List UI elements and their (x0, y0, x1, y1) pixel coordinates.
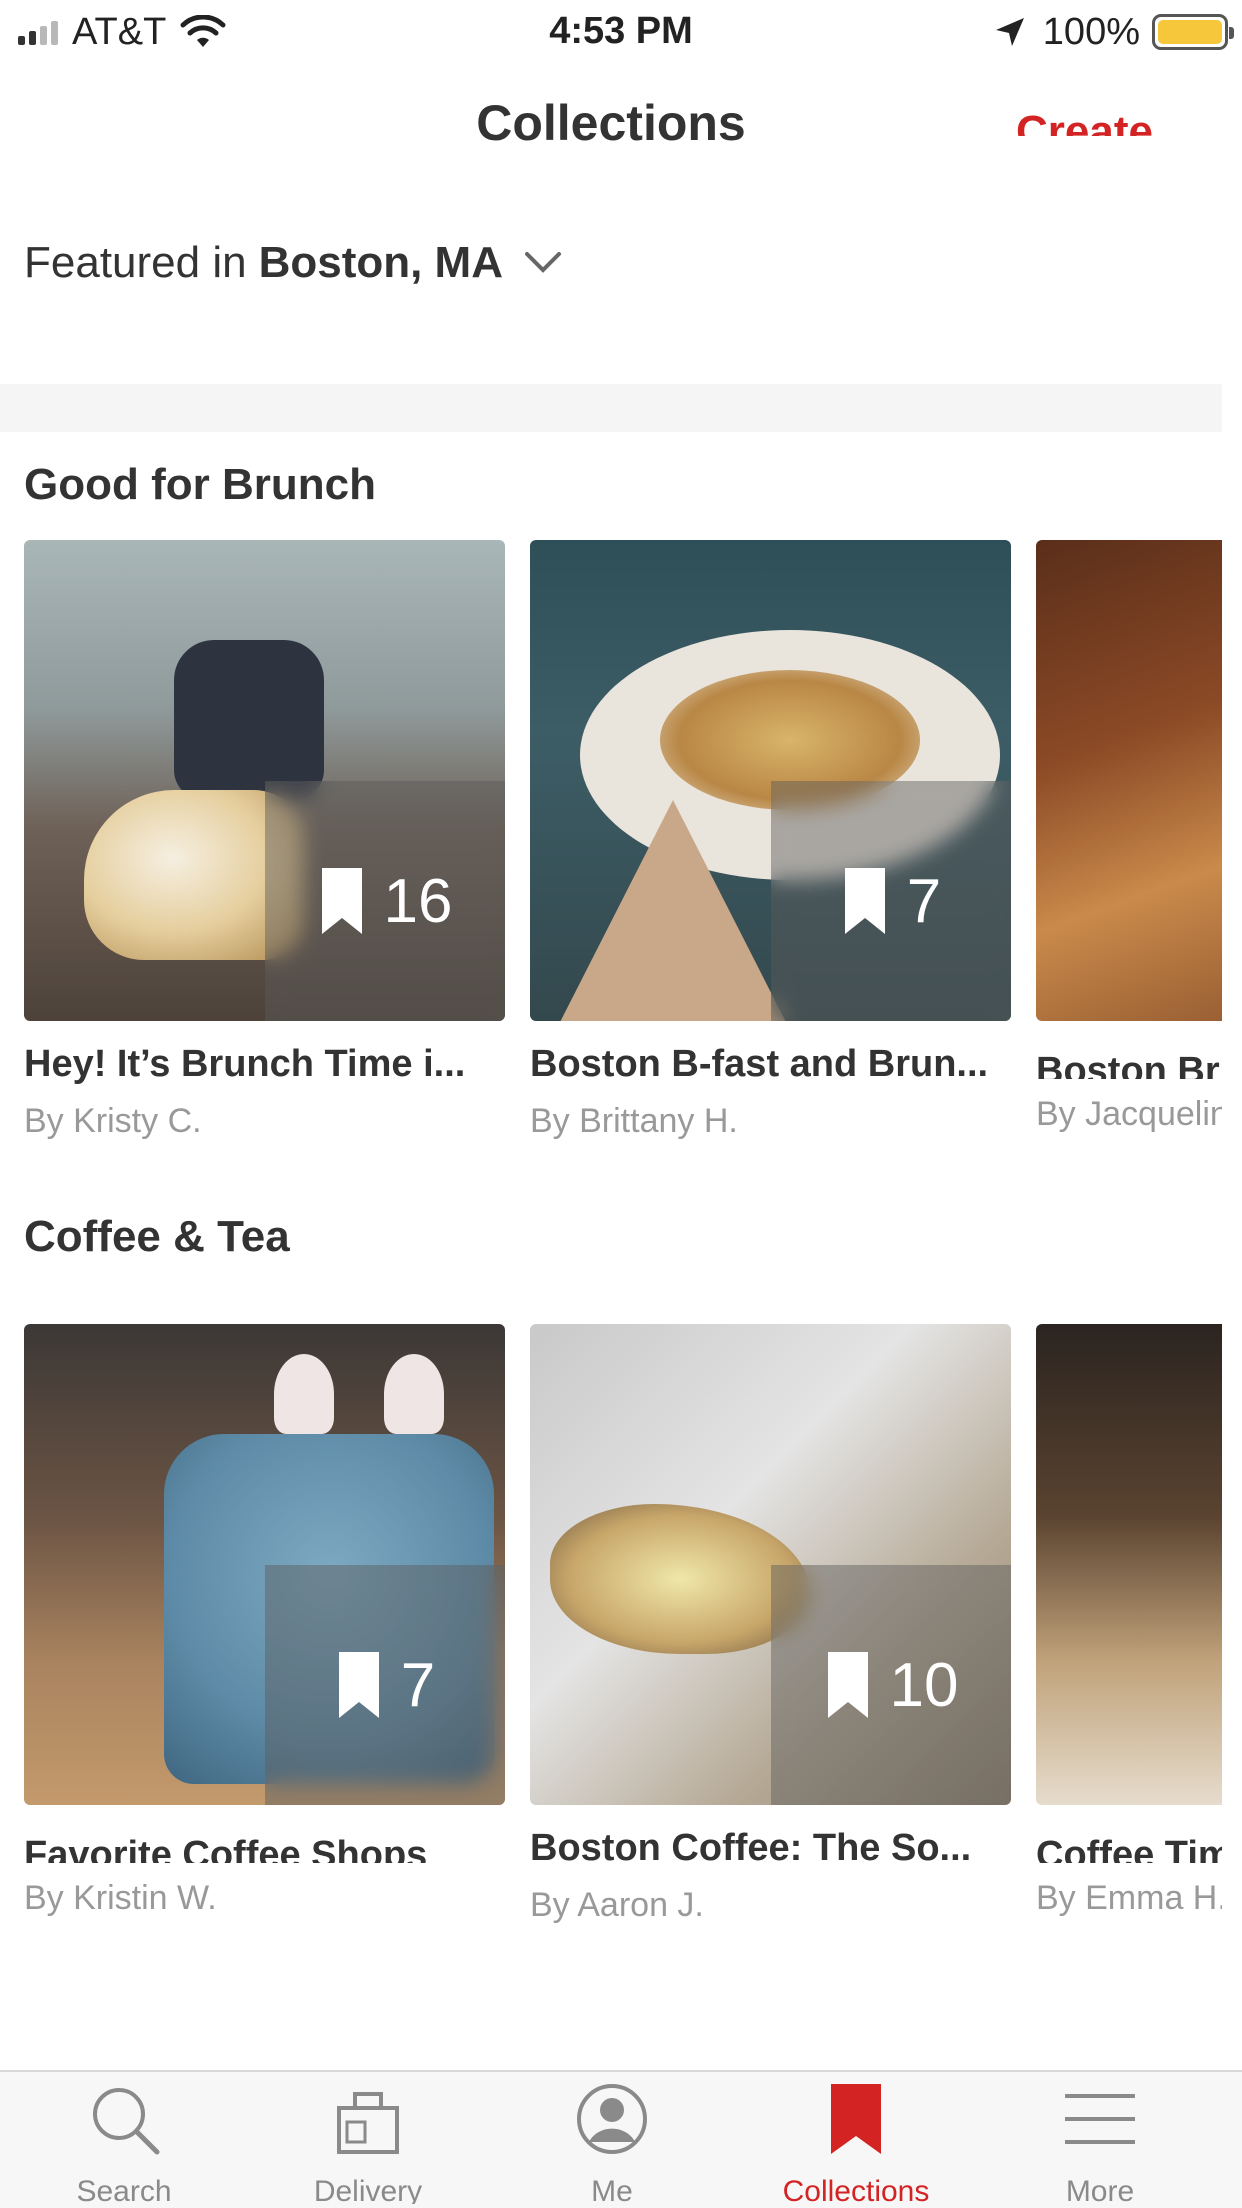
section-title-brunch: Good for Brunch (24, 460, 376, 509)
collection-card[interactable]: 7 Favorite Coffee Shops By Kristin W. (24, 1324, 505, 1918)
tab-me[interactable]: Me (512, 2082, 712, 2208)
featured-prefix: Featured in (24, 238, 247, 287)
collection-title: Hey! It’s Brunch Time i... (24, 1043, 466, 1085)
collection-card[interactable]: Boston Bru By Jacquelin (1036, 540, 1242, 1134)
delivery-bag-icon (337, 2092, 399, 2154)
bookmark-icon (321, 868, 362, 934)
search-icon (93, 2088, 160, 2155)
collection-photo: 7 (530, 540, 1011, 1021)
menu-icon (1065, 2094, 1135, 2144)
tab-collections[interactable]: Collections (756, 2082, 956, 2208)
chevron-down-icon (524, 252, 561, 273)
bookmark-icon (844, 868, 885, 934)
collection-title: Coffee Tim (1036, 1834, 1232, 1863)
collection-photo: 10 (530, 1324, 1011, 1805)
tab-delivery[interactable]: Delivery (268, 2082, 468, 2208)
collection-title: Boston Bru (1036, 1050, 1242, 1079)
collection-author: By Emma H. (1036, 1879, 1227, 1917)
location-selector[interactable]: Featured in Boston, MA (24, 238, 563, 288)
battery-icon (1152, 14, 1234, 50)
bookmark-icon (338, 1652, 379, 1718)
tab-more[interactable]: More (1000, 2082, 1200, 2208)
collection-author: By Jacquelin (1036, 1095, 1229, 1133)
tab-bar: Search Delivery Me Collections More (0, 2070, 1242, 2208)
navigation-header: Collections Create (0, 64, 1242, 194)
battery-percentage: 100% (1042, 10, 1140, 53)
collection-card[interactable]: 10 Boston Coffee: The So... By Aaron J. (530, 1324, 1011, 1925)
location-arrow-icon (995, 18, 1024, 46)
tab-search[interactable]: Search (24, 2082, 224, 2208)
collection-title: Boston Coffee: The So... (530, 1827, 972, 1869)
collection-title: Favorite Coffee Shops (24, 1834, 428, 1863)
collection-card[interactable]: 7 Boston B-fast and Brun... By Brittany … (530, 540, 1011, 1141)
collection-author: By Kristin W. (24, 1879, 217, 1917)
save-count-badge: 16 (265, 781, 505, 1021)
collection-photo: 7 (24, 1324, 505, 1805)
status-bar: AT&T 4:53 PM 100% (0, 0, 1242, 64)
profile-icon (577, 2084, 647, 2154)
section-title-coffee: Coffee & Tea (24, 1212, 290, 1261)
collection-author: By Brittany H. (530, 1102, 738, 1140)
section-divider (0, 384, 1222, 432)
collection-photo: 16 (24, 540, 505, 1021)
bookmark-icon (831, 2084, 881, 2154)
save-count-badge: 7 (771, 781, 1011, 1021)
collection-card[interactable]: Coffee Tim By Emma H. (1036, 1324, 1242, 1918)
collection-photo (1036, 1324, 1242, 1805)
collection-author: By Aaron J. (530, 1886, 704, 1924)
save-count-badge: 10 (771, 1565, 1011, 1805)
collection-title: Boston B-fast and Brun... (530, 1043, 989, 1085)
create-button[interactable]: Create (1016, 102, 1153, 136)
scroll-edge (1222, 64, 1242, 2072)
featured-city: Boston, MA (258, 238, 503, 287)
collection-card[interactable]: 16 Hey! It’s Brunch Time i... By Kristy … (24, 540, 505, 1141)
collection-photo (1036, 540, 1242, 1021)
collection-author: By Kristy C. (24, 1102, 202, 1140)
save-count-badge: 7 (265, 1565, 505, 1805)
bookmark-icon (827, 1652, 868, 1718)
